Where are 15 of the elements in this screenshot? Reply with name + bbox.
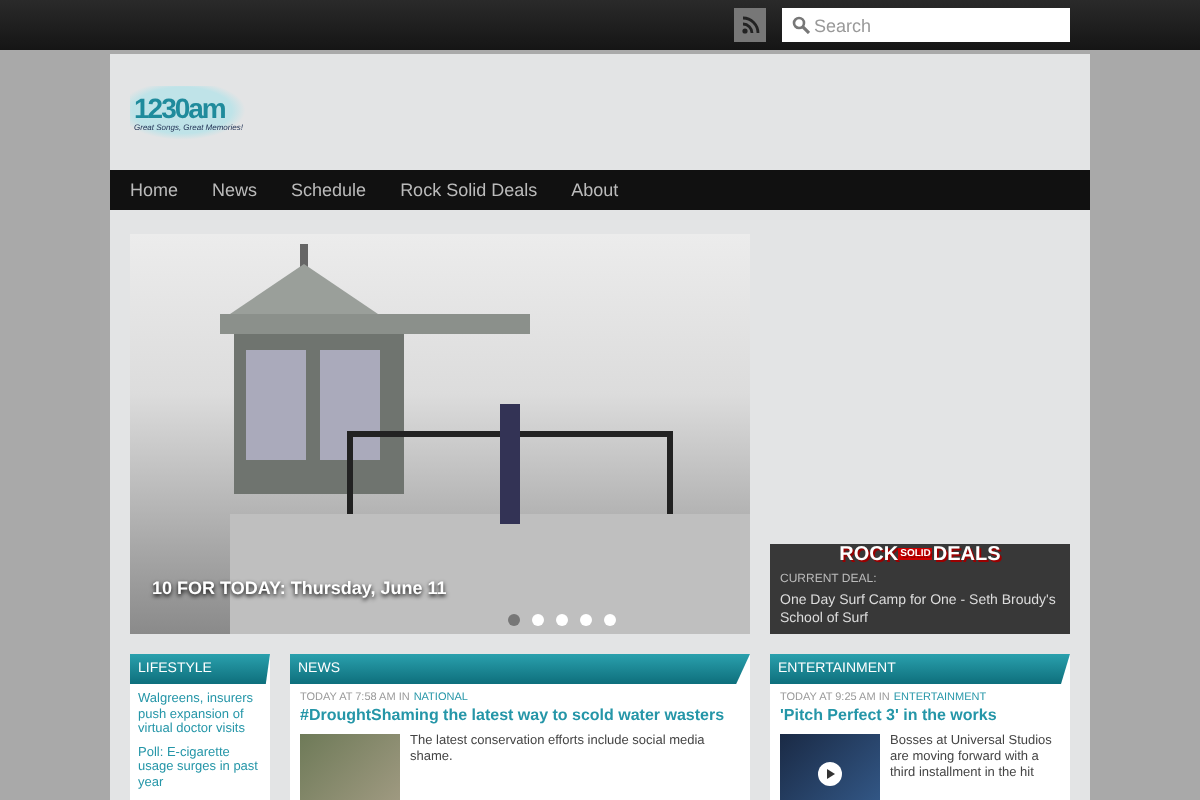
nav-link[interactable]: Schedule (291, 180, 385, 200)
rss-icon (741, 16, 759, 34)
logo-name: 1230am (134, 93, 225, 121)
nav-link[interactable]: About (571, 180, 637, 200)
rss-button[interactable] (734, 8, 766, 42)
play-icon[interactable] (818, 762, 842, 786)
slide-caption: 10 FOR TODAY: Thursday, June 11 (152, 578, 449, 598)
headline-link[interactable]: #DroughtShaming the latest way to scold water wasters (300, 706, 725, 726)
search-icon (792, 16, 810, 34)
headline-link[interactable]: 'Pitch Perfect 3' in the works (780, 706, 997, 726)
photo-placeholder (300, 734, 400, 800)
search-field[interactable]: Search (782, 8, 1070, 42)
nav-link[interactable]: News (212, 180, 276, 200)
nav-link[interactable]: Home (130, 180, 197, 200)
nav-link[interactable]: Rock Solid Deals (400, 180, 556, 200)
